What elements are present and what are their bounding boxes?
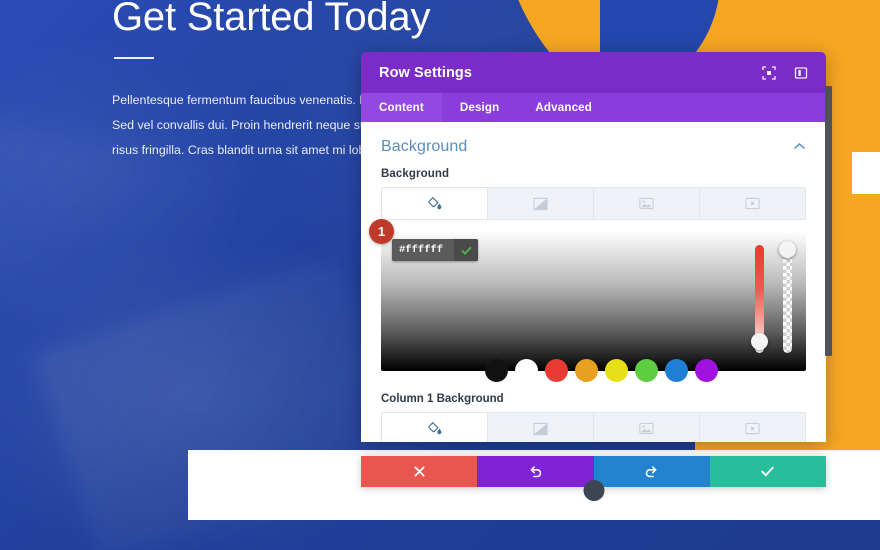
step-badge-1: 1	[369, 219, 394, 244]
modal-action-bar	[361, 456, 826, 501]
row-settings-modal: Row Settings Content Design Advanced Bac…	[361, 52, 832, 442]
swatch-purple[interactable]	[695, 359, 718, 382]
background-type-video[interactable]	[700, 188, 805, 219]
checkmark-icon	[460, 246, 472, 255]
swatch-blue[interactable]	[665, 359, 688, 382]
image-icon	[639, 197, 654, 210]
tab-design[interactable]: Design	[442, 93, 518, 122]
column-background-type-video[interactable]	[700, 413, 805, 442]
save-button[interactable]	[709, 456, 826, 487]
column-background-type-tabs	[381, 412, 806, 442]
close-icon	[414, 466, 425, 477]
chevron-up-icon[interactable]	[793, 138, 806, 156]
background-type-image[interactable]	[594, 188, 700, 219]
background-type-tabs	[381, 187, 806, 220]
background-section-header[interactable]: Background	[361, 122, 826, 168]
gradient-icon	[533, 197, 548, 210]
page-title: Get Started Today	[112, 0, 431, 39]
alpha-slider-handle[interactable]	[779, 241, 796, 258]
column-background-type-color[interactable]	[382, 413, 488, 442]
swatch-green[interactable]	[635, 359, 658, 382]
hue-slider-handle[interactable]	[751, 333, 768, 350]
alpha-slider[interactable]	[783, 245, 792, 353]
undo-button[interactable]	[477, 456, 594, 487]
video-icon	[745, 422, 760, 435]
modal-tab-bar: Content Design Advanced	[361, 93, 826, 122]
title-divider	[114, 57, 154, 59]
color-picker: 1	[369, 219, 806, 382]
background-type-gradient[interactable]	[488, 188, 594, 219]
modal-title: Row Settings	[379, 64, 473, 81]
swatch-red[interactable]	[545, 359, 568, 382]
modal-body: Background Background 1 #ffffff Column 1…	[361, 122, 826, 442]
hex-confirm-button[interactable]	[454, 239, 478, 261]
column-background-type-image[interactable]	[594, 413, 700, 442]
swatch-white[interactable]	[515, 359, 538, 382]
image-icon	[639, 422, 654, 435]
swatch-black[interactable]	[485, 359, 508, 382]
hex-color-input[interactable]	[392, 239, 454, 261]
gradient-icon	[533, 422, 548, 435]
modal-drag-handle[interactable]	[583, 480, 604, 501]
redo-button[interactable]	[593, 456, 710, 487]
hex-color-field	[392, 239, 478, 261]
video-icon	[745, 197, 760, 210]
orange-white-card	[852, 152, 880, 194]
paint-bucket-icon	[428, 196, 442, 210]
swatch-orange[interactable]	[575, 359, 598, 382]
swatch-yellow[interactable]	[605, 359, 628, 382]
redo-icon	[645, 466, 657, 478]
modal-scrollbar-thumb[interactable]	[825, 86, 832, 356]
layout-panel-icon[interactable]	[790, 62, 812, 84]
expand-icon[interactable]	[758, 62, 780, 84]
modal-scrollbar[interactable]	[825, 52, 832, 442]
modal-header: Row Settings	[361, 52, 826, 93]
paint-bucket-icon	[428, 421, 442, 435]
checkmark-icon	[761, 466, 775, 477]
background-type-color[interactable]	[382, 188, 488, 219]
tab-content[interactable]: Content	[361, 93, 442, 122]
undo-icon	[530, 466, 542, 478]
section-title: Background	[381, 138, 468, 155]
column-background-type-gradient[interactable]	[488, 413, 594, 442]
background-field-label: Background	[381, 168, 450, 180]
tab-advanced[interactable]: Advanced	[517, 93, 610, 122]
cancel-button[interactable]	[361, 456, 478, 487]
color-swatches	[485, 359, 718, 382]
